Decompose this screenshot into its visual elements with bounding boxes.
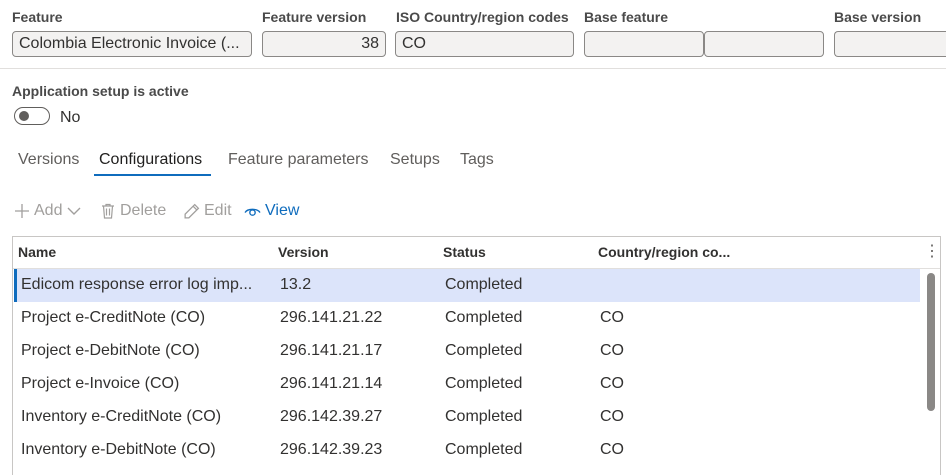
delete-label: Delete: [120, 202, 167, 219]
cell-version: 296.142.39.27: [280, 408, 383, 425]
cell-version: 296.141.21.22: [280, 309, 383, 326]
toggle-knob: [19, 111, 29, 121]
view-button[interactable]: View: [244, 202, 299, 220]
tab-setups[interactable]: Setups: [390, 151, 440, 169]
base-feature-field[interactable]: [584, 31, 704, 57]
cell-name: Project e-CreditNote (CO): [21, 309, 206, 326]
add-icon: [15, 204, 29, 218]
delete-icon: [102, 203, 114, 219]
cell-country: CO: [600, 375, 624, 392]
view-icon: [244, 208, 261, 216]
cell-country: CO: [600, 342, 624, 359]
cell-country: CO: [600, 309, 624, 326]
add-button[interactable]: Add: [14, 202, 82, 220]
table-row[interactable]: Inventory e-CreditNote (CO) 296.142.39.2…: [14, 401, 920, 434]
table-row[interactable]: Project e-Invoice (CO) 296.141.21.14 Com…: [14, 368, 920, 401]
tab-tags[interactable]: Tags: [460, 151, 494, 169]
cell-status: Completed: [445, 276, 523, 293]
more-options-icon[interactable]: ⋮: [924, 241, 940, 261]
tab-feature-parameters[interactable]: Feature parameters: [228, 151, 369, 169]
column-header-name[interactable]: Name: [18, 244, 56, 260]
cell-status: Completed: [445, 342, 523, 359]
base-feature-field-2[interactable]: [704, 31, 824, 57]
cell-name: Project e-DebitNote (CO): [21, 342, 200, 359]
base-feature-label: Base feature: [584, 9, 669, 25]
feature-version-field[interactable]: 38: [262, 31, 386, 57]
view-label: View: [265, 202, 300, 219]
column-header-status[interactable]: Status: [443, 244, 486, 260]
tab-versions[interactable]: Versions: [18, 151, 79, 169]
cell-name: Project e-Invoice (CO): [21, 375, 180, 392]
cell-version: 296.142.39.23: [280, 441, 383, 458]
delete-button[interactable]: Delete: [100, 202, 166, 220]
chevron-down-icon: [67, 207, 81, 215]
header-divider: [0, 68, 946, 69]
iso-codes-field[interactable]: CO: [395, 31, 574, 57]
tab-configurations[interactable]: Configurations: [99, 151, 202, 169]
feature-field[interactable]: Colombia Electronic Invoice (...: [12, 31, 252, 57]
base-version-label: Base version: [834, 9, 922, 25]
edit-button[interactable]: Edit: [183, 202, 232, 220]
cell-name: Inventory e-DebitNote (CO): [21, 441, 216, 458]
configurations-grid: Name Version Status Country/region co...…: [12, 236, 941, 475]
column-header-country[interactable]: Country/region co...: [598, 244, 730, 260]
feature-version-label: Feature version: [262, 9, 367, 25]
add-label: Add: [34, 202, 63, 219]
cell-version: 13.2: [280, 276, 312, 293]
app-setup-value: No: [60, 109, 81, 126]
grid-scrollbar[interactable]: [926, 271, 936, 475]
base-version-field[interactable]: [834, 31, 946, 57]
iso-codes-label: ISO Country/region codes: [396, 9, 569, 25]
cell-name: Edicom response error log imp...: [21, 276, 253, 293]
table-row[interactable]: Edicom response error log imp... 13.2 Co…: [14, 269, 920, 302]
table-row[interactable]: Inventory e-DebitNote (CO) 296.142.39.23…: [14, 434, 920, 467]
scrollbar-thumb[interactable]: [927, 273, 935, 411]
cell-status: Completed: [445, 375, 523, 392]
cell-status: Completed: [445, 408, 523, 425]
cell-name: Inventory e-CreditNote (CO): [21, 408, 222, 425]
cell-country: CO: [600, 408, 624, 425]
table-row[interactable]: Project e-CreditNote (CO) 296.141.21.22 …: [14, 302, 920, 335]
app-setup-toggle[interactable]: [14, 107, 50, 125]
edit-label: Edit: [204, 202, 232, 219]
cell-version: 296.141.21.17: [280, 342, 383, 359]
feature-label: Feature: [12, 9, 63, 25]
table-row[interactable]: Project e-DebitNote (CO) 296.141.21.17 C…: [14, 335, 920, 368]
column-header-version[interactable]: Version: [278, 244, 329, 260]
cell-status: Completed: [445, 309, 523, 326]
cell-country: CO: [600, 441, 624, 458]
cell-version: 296.141.21.14: [280, 375, 383, 392]
edit-icon: [184, 203, 200, 219]
active-tab-indicator: [94, 174, 211, 176]
cell-status: Completed: [445, 441, 523, 458]
app-setup-label: Application setup is active: [12, 83, 189, 99]
